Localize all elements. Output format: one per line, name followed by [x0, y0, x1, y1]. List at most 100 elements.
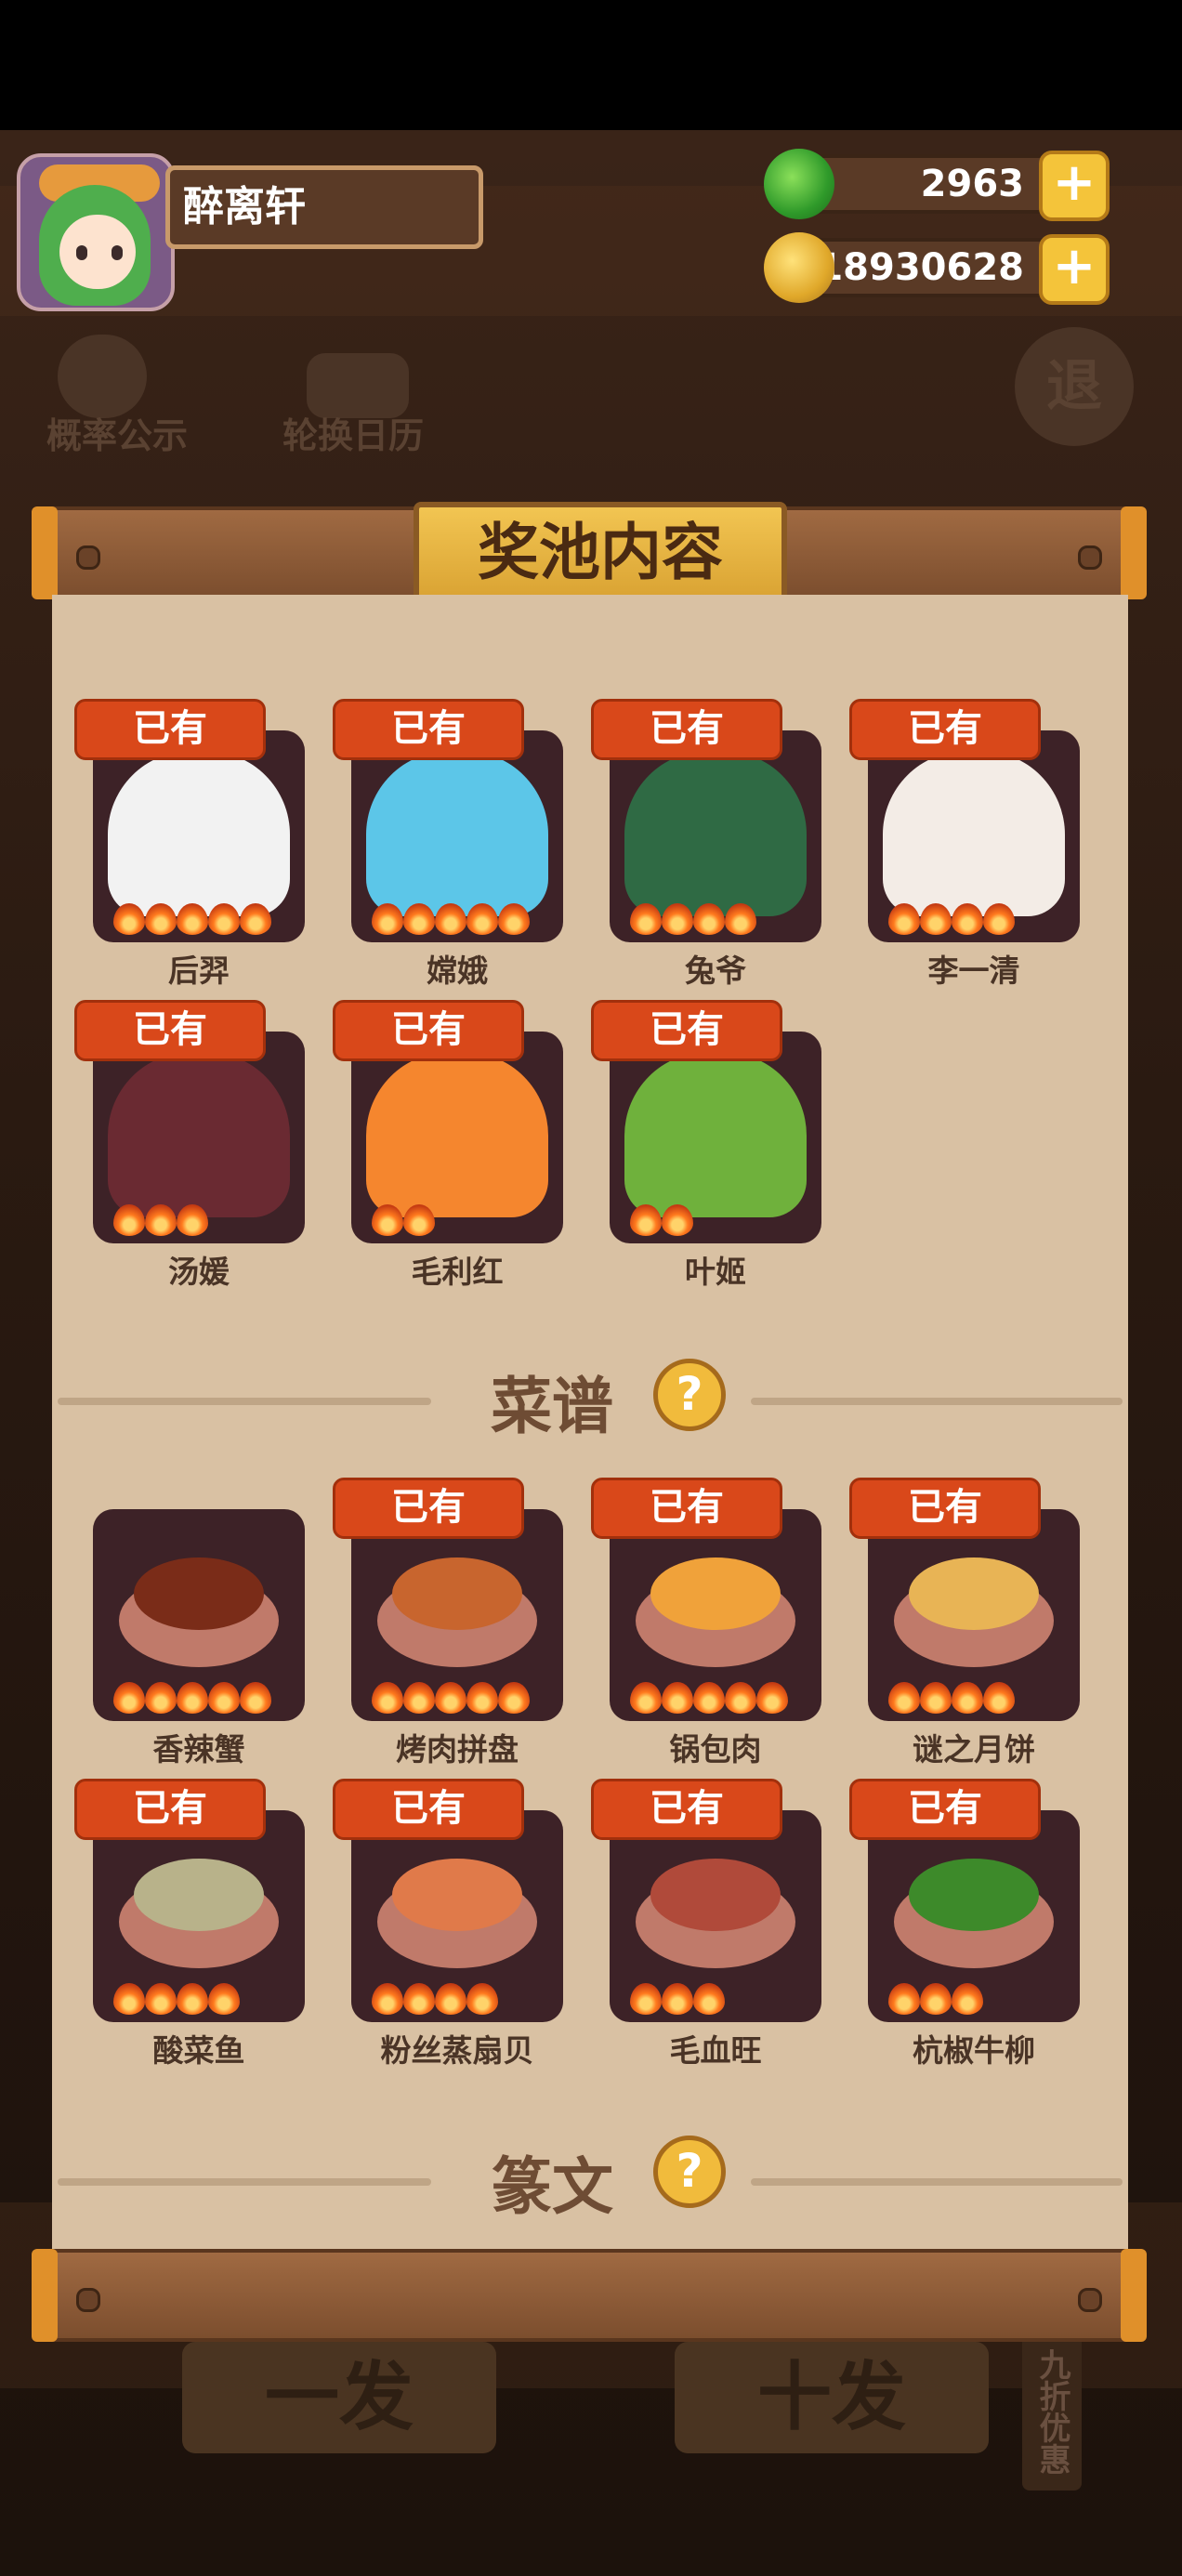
recipe-card[interactable]: 已有	[849, 1779, 1080, 2022]
recipe-card[interactable]: 已有	[591, 1478, 821, 1721]
divider	[751, 1398, 1123, 1405]
flame-icon	[920, 903, 952, 935]
star-rating	[888, 1682, 1015, 1715]
owned-badge: 已有	[591, 1000, 782, 1061]
flame-icon	[630, 1204, 662, 1236]
character-portrait	[366, 751, 548, 916]
flame-icon	[630, 1983, 662, 2015]
panel-cap	[1121, 2249, 1147, 2342]
recipe-card[interactable]: 已有	[849, 1478, 1080, 1721]
character-portrait	[366, 1052, 548, 1217]
flame-icon	[630, 903, 662, 935]
exit-button[interactable]: 退	[1015, 327, 1134, 446]
flame-icon	[952, 903, 983, 935]
flame-icon	[208, 1682, 240, 1714]
flame-icon	[435, 1682, 466, 1714]
dish-food	[392, 1859, 522, 1931]
character-card[interactable]: 已有	[74, 699, 305, 942]
character-name: 李一清	[927, 953, 1020, 989]
flame-icon	[983, 903, 1015, 935]
flame-icon	[662, 903, 693, 935]
dish-food	[134, 1859, 264, 1931]
character-portrait	[108, 751, 290, 916]
flame-icon	[113, 903, 145, 935]
character-name: 叶姬	[685, 1254, 746, 1290]
flame-icon	[208, 1983, 240, 2015]
recipes-help-button[interactable]: ?	[653, 1359, 726, 1431]
owned-badge: 已有	[333, 699, 524, 760]
coin-counter: 18930628 +	[764, 232, 1110, 305]
character-name: 嫦娥	[427, 953, 488, 989]
character-card[interactable]: 已有	[849, 699, 1080, 942]
flame-icon	[145, 903, 177, 935]
character-portrait	[108, 1052, 290, 1217]
recipe-card[interactable]	[93, 1509, 305, 1721]
recipe-name: 杭椒牛柳	[913, 2032, 1035, 2069]
character-card[interactable]: 已有	[591, 1000, 821, 1243]
flame-icon	[466, 1682, 498, 1714]
next-section-help-button[interactable]: ?	[653, 2136, 726, 2208]
character-name: 后羿	[168, 953, 230, 989]
divider	[58, 1398, 431, 1405]
flame-icon	[662, 1983, 693, 2015]
flame-icon	[372, 1983, 403, 2015]
recipe-card[interactable]: 已有	[74, 1779, 305, 2022]
star-rating	[372, 1983, 498, 2017]
dish-food	[909, 1557, 1039, 1630]
flame-icon	[920, 1983, 952, 2015]
ten-draw-button[interactable]: 十发	[675, 2342, 989, 2453]
character-card[interactable]: 已有	[591, 699, 821, 942]
recipe-name: 毛血旺	[669, 2032, 762, 2069]
flame-icon	[145, 1204, 177, 1236]
character-portrait	[624, 751, 807, 916]
flame-icon	[177, 1204, 208, 1236]
probability-label: 概率公示	[46, 415, 189, 456]
recipe-card[interactable]: 已有	[333, 1779, 563, 2022]
flame-icon	[630, 1682, 662, 1714]
panel-cap	[32, 2249, 58, 2342]
recipe-name: 酸菜鱼	[152, 2032, 245, 2069]
flame-icon	[756, 1682, 788, 1714]
add-coins-button[interactable]: +	[1039, 234, 1110, 305]
rivet	[1078, 545, 1102, 570]
rivet	[76, 545, 100, 570]
dish-food	[134, 1557, 264, 1630]
prize-pool-list[interactable]: 已有 后羿 已有 嫦娥 已有 兔爷 已有 李一清 已有 汤媛 已有 毛利红 已有 叶姬 菜谱 ? 香辣蟹已…	[52, 595, 1128, 2249]
character-card[interactable]: 已有	[74, 1000, 305, 1243]
flame-icon	[466, 903, 498, 935]
flame-icon	[240, 903, 271, 935]
owned-badge: 已有	[74, 699, 266, 760]
add-jade-button[interactable]: +	[1039, 151, 1110, 221]
flame-icon	[498, 903, 530, 935]
flame-icon	[693, 903, 725, 935]
flame-icon	[177, 1682, 208, 1714]
coin-icon	[764, 232, 834, 303]
star-rating	[372, 1682, 530, 1715]
flame-icon	[952, 1983, 983, 2015]
star-rating	[630, 1682, 788, 1715]
owned-badge: 已有	[333, 1478, 524, 1539]
flame-icon	[145, 1983, 177, 2015]
character-card[interactable]: 已有	[333, 1000, 563, 1243]
owned-badge: 已有	[74, 1000, 266, 1061]
flame-icon	[693, 1983, 725, 2015]
recipe-card[interactable]: 已有	[591, 1779, 821, 2022]
star-rating	[113, 1204, 208, 1238]
flame-icon	[113, 1204, 145, 1236]
panel-bottom-bar	[32, 2249, 1147, 2342]
single-draw-button[interactable]: 一发	[182, 2342, 496, 2453]
flame-icon	[952, 1682, 983, 1714]
recipe-name: 香辣蟹	[152, 1731, 245, 1768]
flame-icon	[403, 1204, 435, 1236]
star-rating	[372, 903, 530, 937]
divider	[751, 2178, 1123, 2186]
owned-badge: 已有	[591, 699, 782, 760]
flame-icon	[177, 903, 208, 935]
jade-icon	[764, 149, 834, 219]
avatar[interactable]	[17, 153, 175, 311]
recipe-card[interactable]: 已有	[333, 1478, 563, 1721]
discount-badge: 九折优惠	[1022, 2333, 1082, 2491]
dish-food	[650, 1557, 781, 1630]
star-rating	[630, 1204, 693, 1238]
character-card[interactable]: 已有	[333, 699, 563, 942]
